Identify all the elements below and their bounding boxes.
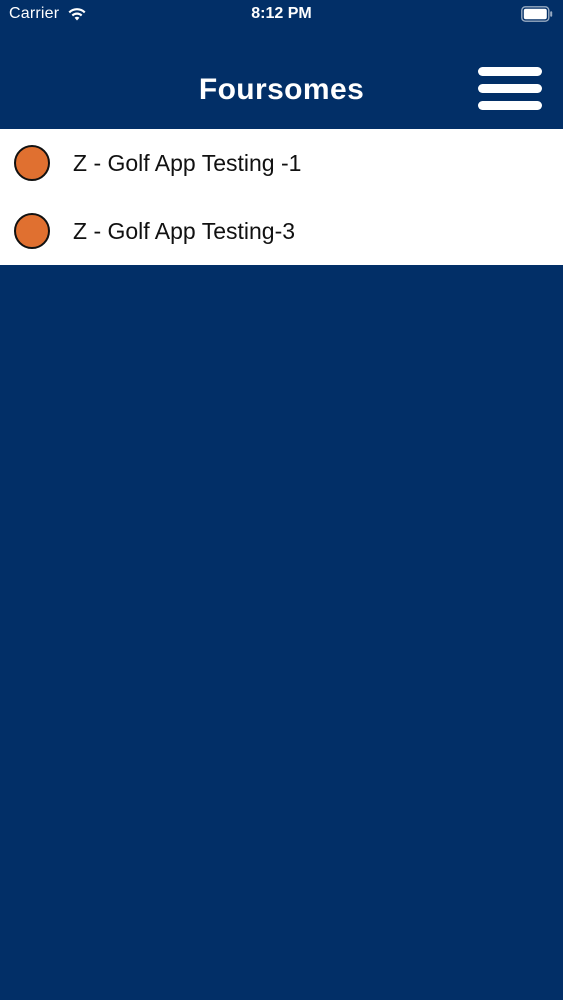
battery-icon: [521, 6, 553, 22]
list-item[interactable]: Z - Golf App Testing -1: [0, 129, 563, 197]
menu-bar-middle: [478, 84, 542, 93]
list-item-label: Z - Golf App Testing -1: [73, 149, 302, 176]
status-dot-icon: [14, 145, 50, 181]
status-time: 8:12 PM: [251, 5, 312, 22]
menu-bar-top: [478, 67, 542, 76]
hamburger-menu-icon[interactable]: [478, 67, 542, 111]
list-item-label: Z - Golf App Testing-3: [73, 217, 296, 244]
foursomes-list: Z - Golf App Testing -1 Z - Golf App Tes…: [0, 129, 563, 265]
nav-header: Foursomes: [0, 30, 563, 128]
status-dot-icon: [14, 213, 50, 249]
list-item[interactable]: Z - Golf App Testing-3: [0, 197, 563, 265]
status-bar: Carrier 8:12 PM: [0, 0, 563, 30]
menu-bar-bottom: [478, 101, 542, 110]
